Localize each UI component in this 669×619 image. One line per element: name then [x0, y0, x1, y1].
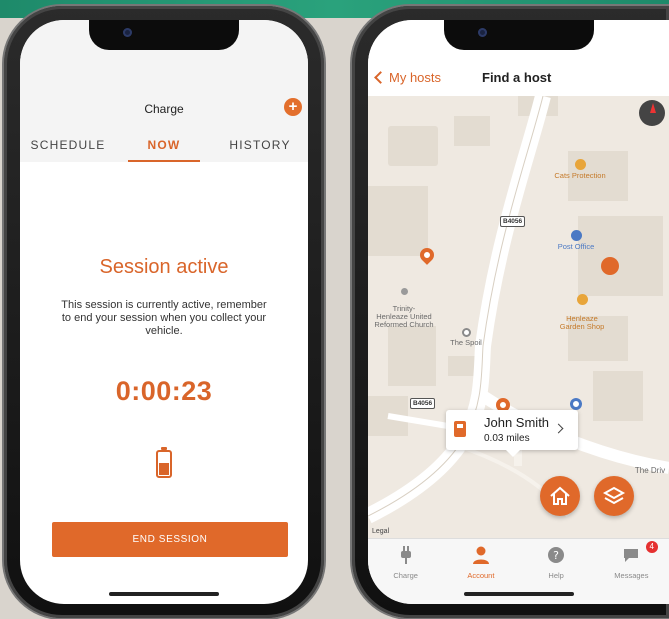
session-title: Session active [99, 256, 229, 278]
back-label: My hosts [389, 70, 442, 85]
compass-icon[interactable] [639, 100, 665, 126]
poi-cats-protection[interactable]: Cats Protection [548, 159, 612, 180]
tabbar-item-charge[interactable]: Charge [368, 539, 443, 604]
road-label-b4056: B4056 [410, 398, 436, 409]
home-indicator [463, 592, 574, 596]
poi-icon [461, 328, 471, 337]
poi-icon [574, 159, 586, 170]
page-title: Find a host [482, 70, 552, 85]
host-name: John Smith [484, 415, 550, 430]
poi-trinity-church[interactable]: Trinity- Henleaze United Reformed Church [368, 280, 440, 329]
notch [89, 20, 239, 50]
person-icon [472, 546, 489, 564]
page-title: Charge [144, 102, 184, 116]
chevron-left-icon [374, 71, 387, 84]
charge-screen: Charge + SCHEDULE NOW HISTORY Session ac… [20, 20, 308, 604]
poi-henleaze-garden-shop[interactable]: Henleaze Garden Shop [554, 286, 610, 331]
mail-icon [570, 230, 582, 241]
phone-charge: Charge + SCHEDULE NOW HISTORY Session ac… [4, 6, 324, 618]
tab-now[interactable]: NOW [116, 132, 212, 162]
road-label-b4056: B4056 [500, 216, 526, 227]
tab-schedule[interactable]: SCHEDULE [20, 132, 116, 162]
charger-icon [454, 421, 466, 437]
poi-post-office[interactable]: Post Office [554, 230, 598, 251]
camera-icon [123, 28, 132, 37]
session-message: This session is currently active, rememb… [61, 299, 267, 337]
chat-icon [624, 549, 639, 562]
layers-icon [602, 486, 626, 505]
camera-icon [477, 28, 487, 37]
plug-icon [400, 546, 411, 564]
svg-text:?: ? [553, 549, 559, 562]
home-indicator [109, 592, 219, 596]
end-session-button[interactable]: END SESSION [52, 522, 288, 557]
phone-map: My hosts Find a host B4056 B4056 Cats Pr… [352, 6, 669, 618]
help-icon: ? [548, 547, 565, 563]
tab-history[interactable]: HISTORY [212, 132, 308, 162]
notch [443, 20, 594, 50]
home-marker-icon[interactable] [601, 257, 619, 275]
session-timer: 0:00:23 [115, 376, 213, 406]
church-icon [400, 288, 408, 295]
add-button[interactable]: + [284, 98, 302, 116]
message-badge: 4 [645, 541, 658, 553]
shop-icon [576, 294, 588, 305]
host-distance: 0.03 miles [484, 433, 530, 444]
road-label-the-drive: The Driv [634, 466, 666, 475]
map-screen: My hosts Find a host B4056 B4056 Cats Pr… [368, 20, 669, 604]
location-marker-icon [570, 398, 582, 410]
chevron-right-icon [553, 423, 564, 434]
home-icon [550, 486, 570, 505]
tabbar-item-messages[interactable]: 4 Messages [594, 539, 669, 604]
legal-link[interactable]: Legal [372, 528, 389, 535]
tab-bar: SCHEDULE NOW HISTORY [20, 132, 308, 162]
home-button[interactable] [540, 476, 580, 516]
back-button[interactable]: My hosts [374, 70, 442, 85]
layers-button[interactable] [594, 476, 634, 516]
poi-the-spoil[interactable]: The Spoil [448, 328, 484, 347]
host-callout[interactable]: John Smith 0.03 miles [446, 410, 578, 457]
map-view[interactable]: B4056 B4056 Cats Protection Post Office … [368, 96, 669, 540]
battery-charging-icon [156, 447, 172, 478]
